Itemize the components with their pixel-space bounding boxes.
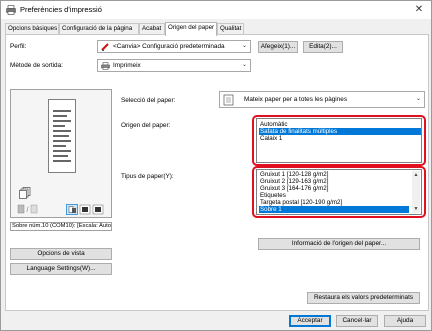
list-item[interactable]: Safata de finalitats múltiples [259, 128, 421, 135]
cancel-button[interactable]: Cancel·lar [336, 315, 378, 327]
list-item[interactable]: Etiquetes [259, 192, 409, 199]
list-item[interactable]: Sobre 1 [259, 206, 409, 213]
profile-label: Perfil: [10, 43, 27, 50]
view-options-button[interactable]: Opcions de vista [10, 248, 112, 260]
restore-defaults-button[interactable]: Restaura els valors predeterminats [307, 292, 420, 304]
output-method-select[interactable]: Imprimeix ⌄ [97, 59, 251, 72]
chevron-down-icon: ⌄ [415, 96, 421, 102]
paper-selection-select[interactable]: Mateix paper per a totes les pàgines ⌄ [219, 91, 425, 108]
paper-source-label: Origen del paper: [121, 122, 171, 129]
profile-value: <Canvia> Configuració predeterminada [113, 43, 225, 50]
copies-icon [19, 187, 31, 199]
paper-type-label: Tipus de paper(Y): [121, 173, 174, 180]
scrollbar[interactable]: ▲ ▼ [412, 171, 420, 213]
list-item[interactable]: Gruixut 2 [129-163 g/m2] [259, 178, 409, 185]
profile-select[interactable]: <Canvia> Configuració predeterminada ⌄ [97, 40, 251, 53]
list-item[interactable]: Automàtic [259, 121, 421, 128]
printer-icon [101, 62, 110, 70]
help-button[interactable]: Ajuda [384, 315, 426, 327]
paper-source-info-button[interactable]: Informació de l'origen del paper... [258, 238, 420, 250]
chevron-down-icon: ⌄ [241, 43, 247, 49]
list-item[interactable]: Targeta postal [120-190 g/m2] [259, 199, 409, 206]
view-mode-toggle-icon[interactable] [66, 204, 106, 215]
list-item[interactable]: Gruixut 1 [120-128 g/m2] [259, 171, 409, 178]
ok-button[interactable]: Acceptar [289, 315, 331, 327]
page-preview: / [10, 89, 112, 218]
preview-status-text: Sobre núm.10 (COM10): [Escala: Auto [10, 222, 112, 231]
title-bar: Preferències d'impressió ✕ [1, 1, 431, 19]
scroll-up-icon[interactable]: ▲ [412, 171, 420, 179]
envelope-preview-page [48, 99, 76, 173]
page-icon [223, 94, 234, 106]
close-button[interactable]: ✕ [412, 3, 426, 17]
printer-icon [6, 5, 16, 15]
layout-mode-icon: / [17, 204, 38, 214]
svg-text:/: / [27, 207, 29, 214]
pencil-icon [101, 43, 109, 51]
paper-selection-value: Mateix paper per a totes les pàgines [244, 96, 348, 103]
language-settings-button[interactable]: Language Settings(W)... [10, 263, 112, 275]
window-title: Preferències d'impressió [20, 5, 102, 14]
tab-paper-source[interactable]: Origen del paper [165, 22, 217, 36]
paper-source-list[interactable]: Automàtic Safata de finalitats múltiples… [256, 118, 422, 163]
edit-profile-button[interactable]: Edita(2)... [303, 41, 343, 53]
list-item[interactable]: Calaix 1 [259, 135, 421, 142]
paper-selection-label: Selecció del paper: [121, 97, 176, 104]
list-item[interactable]: Gruixut 3 [164-176 g/m2] [259, 185, 409, 192]
print-preferences-window: Preferències d'impressió ✕ Opcions bàsiq… [0, 0, 432, 331]
output-method-label: Mètode de sortida: [10, 62, 63, 69]
paper-type-list[interactable]: Gruixut 1 [120-128 g/m2] Gruixut 2 [129-… [256, 169, 422, 215]
scroll-down-icon[interactable]: ▼ [412, 205, 420, 213]
output-method-value: Imprimeix [113, 62, 141, 69]
chevron-down-icon: ⌄ [241, 62, 247, 68]
add-profile-button[interactable]: Afegeix(1)... [258, 41, 298, 53]
